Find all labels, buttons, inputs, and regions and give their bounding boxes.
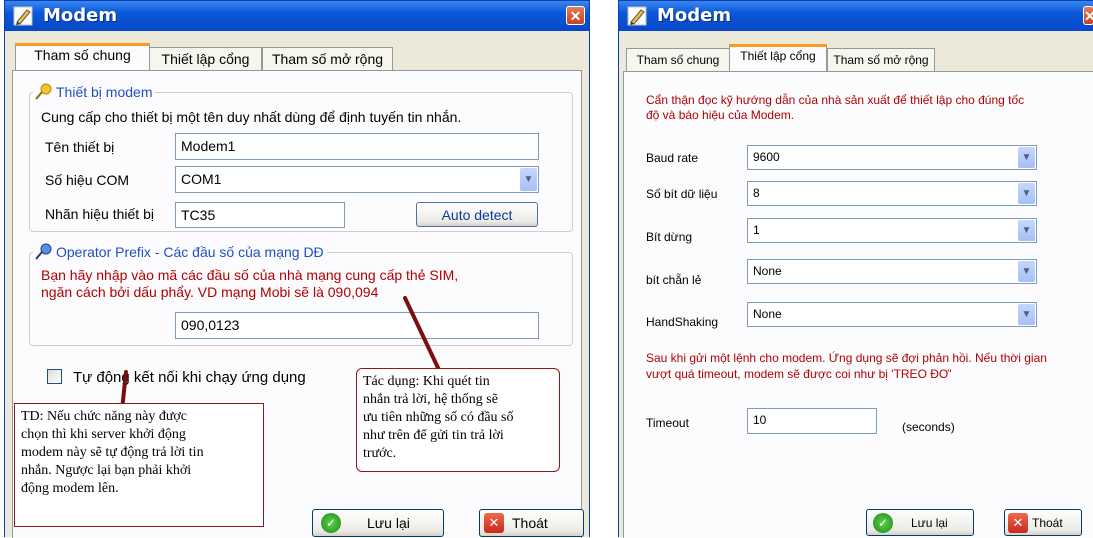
timeout-label: Timeout — [646, 416, 689, 430]
intro-line2: độ và báo hiệu của Modem. — [646, 108, 795, 122]
save-button[interactable]: ✓ Lưu lại — [312, 509, 444, 537]
chevron-down-icon[interactable]: ▼ — [1018, 261, 1035, 282]
window-title: Modem — [657, 5, 732, 26]
com-port-value: COM1 — [181, 171, 222, 187]
note-line: Tác dụng: Khi quét tin — [363, 374, 490, 389]
tab-general[interactable]: Tham số chung — [626, 48, 730, 72]
device-group-title: Thiết bị modem — [33, 83, 156, 101]
note-line: nhắn. Ngược lại bạn phải khởi — [21, 463, 192, 478]
device-brand-label: Nhãn hiệu thiết bị — [45, 206, 154, 222]
note-line: ưu tiên những số có đầu số — [363, 410, 514, 425]
note-line: TD: Nếu chức năng này được — [21, 409, 188, 424]
chevron-down-icon[interactable]: ▼ — [1018, 220, 1035, 241]
save-label: Lưu lại — [911, 515, 948, 530]
title-bar[interactable]: Modem ✕ — [5, 1, 589, 31]
operator-hint-line2: ngăn cách bởi dấu phẩy. VD mạng Mobi sẽ … — [41, 284, 379, 300]
note-line: trước. — [363, 446, 397, 461]
handshaking-select[interactable]: None ▼ — [747, 302, 1037, 327]
annotation-note-auto-connect: TD: Nếu chức năng này được chọn thì khi … — [14, 403, 264, 527]
note-line: chọn thì khi server khởi động — [21, 427, 186, 442]
data-bits-value: 8 — [753, 186, 760, 200]
stop-bits-label: Bít dừng — [646, 230, 693, 244]
handshaking-value: None — [753, 307, 782, 321]
auto-detect-button[interactable]: Auto detect — [416, 202, 538, 227]
operator-hint-line1: Bạn hãy nhập vào mã các đầu số của nhà m… — [41, 267, 459, 283]
operator-group-label: Operator Prefix - Các đầu số của mạng DĐ — [56, 244, 324, 260]
note-line: nhắn trả lời, hệ thống sẽ — [363, 392, 498, 407]
parity-label: bít chẵn lẻ — [646, 273, 702, 287]
timeout-input[interactable]: 10 — [747, 408, 877, 434]
baud-rate-select[interactable]: 9600 ▼ — [747, 145, 1037, 170]
chevron-down-icon[interactable]: ▼ — [520, 168, 537, 191]
stop-bits-value: 1 — [753, 223, 760, 237]
device-name-input[interactable]: Modem1 — [175, 133, 539, 160]
parity-value: None — [753, 264, 782, 278]
intro-line1: Cẩn thận đọc kỹ hướng dẫn của nhà sản xu… — [646, 93, 1025, 107]
operator-group-title: Operator Prefix - Các đầu số của mạng DĐ — [33, 243, 327, 261]
auto-connect-checkbox[interactable] — [47, 369, 62, 384]
check-icon: ✓ — [321, 513, 341, 533]
device-group-label: Thiết bị modem — [56, 84, 153, 100]
baud-rate-value: 9600 — [753, 150, 780, 164]
baud-rate-label: Baud rate — [646, 151, 699, 165]
save-label: Lưu lại — [367, 515, 410, 531]
parity-select[interactable]: None ▼ — [747, 259, 1037, 284]
data-bits-select[interactable]: 8 ▼ — [747, 181, 1037, 206]
check-icon: ✓ — [873, 512, 893, 533]
timeout-warning-line2: vượt quá timeout, modem sẽ được coi như … — [646, 367, 952, 381]
pencil-icon — [13, 6, 33, 26]
tab-extended[interactable]: Tham số mở rộng — [827, 48, 935, 72]
pin-icon — [35, 83, 52, 100]
handshaking-label: HandShaking — [646, 315, 719, 329]
title-bar[interactable]: Modem ✕ — [619, 1, 1093, 31]
com-port-label: Số hiệu COM — [45, 172, 130, 188]
chevron-down-icon[interactable]: ▼ — [1018, 147, 1035, 168]
pin-icon — [35, 243, 52, 260]
chevron-down-icon[interactable]: ▼ — [1018, 304, 1035, 325]
save-button[interactable]: ✓ Lưu lại — [866, 509, 974, 536]
close-button[interactable]: ✕ — [1083, 6, 1093, 25]
note-line: động modem lên. — [21, 481, 119, 496]
exit-button[interactable]: ✕ Thoát — [479, 509, 584, 537]
chevron-down-icon[interactable]: ▼ — [1018, 183, 1035, 204]
auto-connect-label[interactable]: Tự động kết nối khi chạy ứng dụng — [73, 369, 306, 386]
com-port-select[interactable]: COM1 ▼ — [175, 166, 539, 193]
modem-window-port: Modem ✕ Tham số chung Thiết lập cổng Tha… — [618, 0, 1093, 538]
tab-extended[interactable]: Tham số mở rộng — [262, 47, 393, 71]
window-title: Modem — [43, 5, 118, 26]
close-icon: ✕ — [1008, 512, 1028, 533]
close-icon: ✕ — [484, 513, 504, 533]
close-button[interactable]: ✕ — [566, 6, 585, 25]
stop-bits-select[interactable]: 1 ▼ — [747, 218, 1037, 243]
timeout-unit: (seconds) — [902, 420, 955, 434]
exit-button[interactable]: ✕ Thoát — [1004, 509, 1082, 536]
device-description: Cung cấp cho thiết bị một tên duy nhất d… — [41, 109, 462, 125]
tab-port-settings[interactable]: Thiết lập cổng — [729, 44, 827, 71]
device-brand-input[interactable]: TC35 — [175, 202, 345, 228]
tab-port-settings[interactable]: Thiết lập cổng — [149, 47, 262, 71]
timeout-warning-line1: Sau khi gửi một lệnh cho modem. Ứng dụng… — [646, 351, 1047, 365]
data-bits-label: Số bít dữ liệu — [646, 187, 718, 201]
exit-label: Thoát — [1032, 515, 1063, 530]
note-line: như trên để gửi tin trả lời — [363, 428, 504, 443]
device-name-label: Tên thiết bị — [45, 139, 115, 155]
note-line: modem này sẽ tự động trả lời tin — [21, 445, 204, 460]
pencil-icon — [627, 6, 647, 26]
operator-prefix-input[interactable]: 090,0123 — [175, 312, 539, 339]
tab-general[interactable]: Tham số chung — [15, 43, 150, 70]
exit-label: Thoát — [512, 515, 548, 531]
annotation-note-prefix: Tác dụng: Khi quét tin nhắn trả lời, hệ … — [356, 368, 560, 472]
